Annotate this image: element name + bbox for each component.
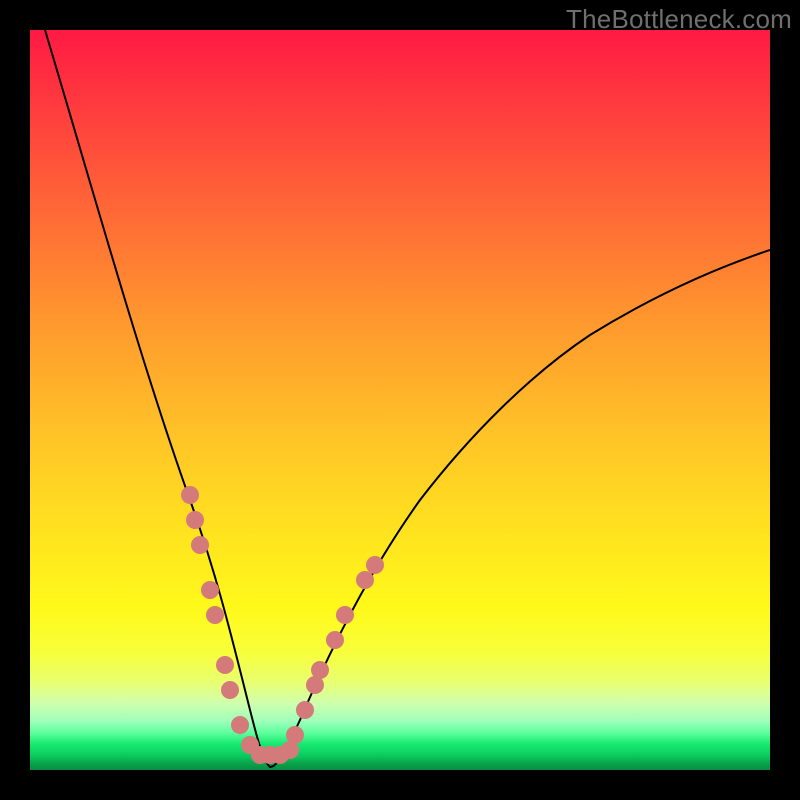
curve-markers (181, 486, 384, 764)
bottleneck-curve (45, 30, 770, 767)
marker (326, 631, 344, 649)
marker (286, 726, 304, 744)
marker (181, 486, 199, 504)
marker (231, 716, 249, 734)
curve-layer (30, 30, 770, 770)
marker (191, 536, 209, 554)
chart-frame: TheBottleneck.com (0, 0, 800, 800)
marker (216, 656, 234, 674)
marker (186, 511, 204, 529)
marker (201, 581, 219, 599)
marker (366, 556, 384, 574)
plot-area (30, 30, 770, 770)
marker (336, 606, 354, 624)
marker (296, 701, 314, 719)
watermark-text: TheBottleneck.com (566, 4, 792, 35)
marker (221, 681, 239, 699)
marker (206, 606, 224, 624)
marker (311, 661, 329, 679)
marker (356, 571, 374, 589)
